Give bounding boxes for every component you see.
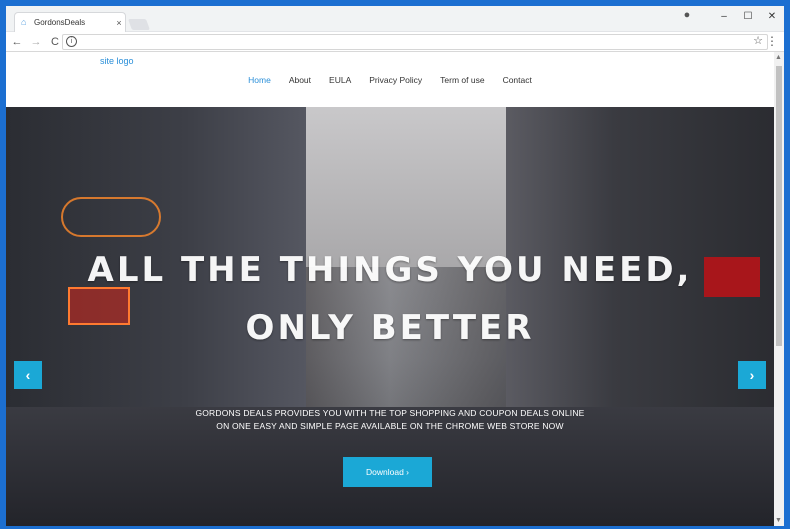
hero-subtitle: GORDONS DEALS PROVIDES YOU WITH THE TOP … — [6, 407, 774, 433]
scroll-down-icon[interactable]: ▼ — [775, 517, 782, 524]
reload-button[interactable]: C — [47, 36, 63, 48]
forward-button[interactable]: → — [28, 36, 44, 48]
nav-term-of-use[interactable]: Term of use — [431, 75, 493, 85]
star-icon[interactable]: ☆ — [753, 34, 763, 47]
nav-privacy-policy[interactable]: Privacy Policy — [360, 75, 431, 85]
menu-icon[interactable]: ⋮ — [766, 34, 778, 48]
tab-title: GordonsDeals — [34, 18, 86, 27]
page-viewport: site logo Home About EULA Privacy Policy… — [6, 52, 784, 526]
hero-title-line1: ALL THE THINGS YOU NEED, — [87, 250, 693, 290]
hero-subtitle-line1: GORDONS DEALS PROVIDES YOU WITH THE TOP … — [195, 408, 585, 418]
home-icon: ⌂ — [21, 17, 27, 27]
browser-tab[interactable]: ⌂ GordonsDeals × — [14, 12, 126, 32]
user-icon[interactable]: ● — [680, 8, 694, 22]
new-tab-button[interactable] — [127, 19, 151, 30]
vertical-scrollbar[interactable]: ▲ ▼ — [774, 52, 784, 526]
nav-contact[interactable]: Contact — [494, 75, 541, 85]
minimize-button[interactable]: – — [712, 11, 736, 22]
site-header: site logo Home About EULA Privacy Policy… — [6, 52, 774, 107]
window-controls: – ☐ ✕ — [712, 6, 784, 26]
carousel-prev-button[interactable]: ‹ — [14, 361, 42, 389]
nav-home[interactable]: Home — [239, 75, 280, 85]
scroll-up-icon[interactable]: ▲ — [775, 54, 782, 61]
hero-title: ALL THE THINGS YOU NEED, ONLY BETTER — [6, 241, 774, 357]
back-button[interactable]: ← — [9, 36, 25, 48]
hero-banner: ALL THE THINGS YOU NEED, ONLY BETTER GOR… — [6, 107, 774, 526]
address-bar[interactable]: i ☆ — [62, 34, 768, 50]
info-icon[interactable]: i — [66, 36, 77, 47]
hero-title-line2: ONLY BETTER — [245, 308, 535, 348]
nav-eula[interactable]: EULA — [320, 75, 360, 85]
maximize-button[interactable]: ☐ — [736, 11, 760, 22]
toolbar: ← → C i ☆ ⋮ — [6, 32, 784, 52]
close-button[interactable]: ✕ — [760, 11, 784, 22]
nav-about[interactable]: About — [280, 75, 320, 85]
browser-window: ⌂ GordonsDeals × ● – ☐ ✕ ← → C i ☆ ⋮ sit… — [0, 0, 790, 529]
carousel-next-button[interactable]: › — [738, 361, 766, 389]
title-bar: ⌂ GordonsDeals × ● – ☐ ✕ — [6, 6, 784, 32]
neon-sign-glasses — [61, 197, 161, 237]
site-logo[interactable]: site logo — [100, 56, 134, 66]
main-nav: Home About EULA Privacy Policy Term of u… — [6, 75, 774, 85]
hero-subtitle-line2: ON ONE EASY AND SIMPLE PAGE AVAILABLE ON… — [216, 421, 564, 431]
tab-close-button[interactable]: × — [113, 18, 125, 28]
scrollbar-thumb[interactable] — [776, 66, 782, 346]
download-button[interactable]: Download › — [343, 457, 432, 487]
